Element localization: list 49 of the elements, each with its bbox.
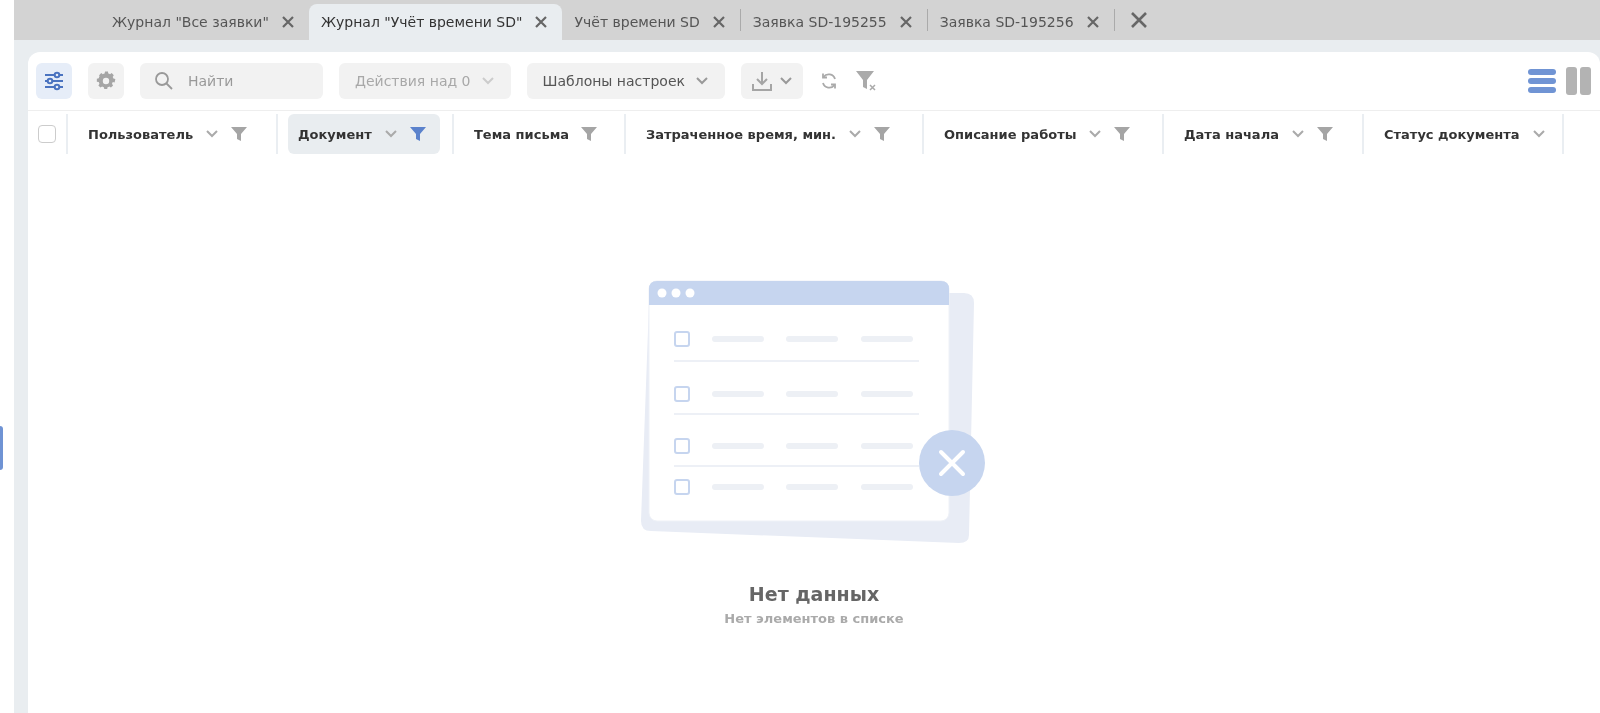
tab[interactable]: Заявка SD-195255 xyxy=(740,4,927,40)
column-header[interactable]: Дата начала xyxy=(1184,114,1345,154)
chevron-down-icon xyxy=(694,76,709,86)
clear-filter-icon[interactable] xyxy=(854,70,879,92)
close-icon[interactable] xyxy=(898,15,913,29)
close-icon[interactable] xyxy=(1085,15,1100,29)
chevron-down-icon xyxy=(778,76,793,86)
filter-icon[interactable] xyxy=(1114,127,1131,141)
empty-subtitle: Нет элементов в списке xyxy=(724,611,904,626)
empty-title: Нет данных xyxy=(748,583,880,605)
filter-icon[interactable] xyxy=(581,127,598,141)
search-icon xyxy=(154,71,174,91)
gear-icon xyxy=(95,70,117,92)
close-icon[interactable] xyxy=(711,15,726,29)
sliders-icon xyxy=(43,70,65,92)
chevron-down-icon[interactable] xyxy=(383,129,398,139)
filter-icon[interactable] xyxy=(874,127,891,141)
settings-button[interactable] xyxy=(88,63,124,99)
chevron-down-icon[interactable] xyxy=(1088,129,1103,139)
download-icon xyxy=(750,70,773,92)
column-header[interactable]: Статус документа xyxy=(1384,114,1558,154)
column-header[interactable]: Затраченное время, мин. xyxy=(646,114,903,154)
download-button[interactable] xyxy=(740,63,803,99)
list-view-icon[interactable] xyxy=(1528,67,1556,95)
column-header[interactable]: Описание работы xyxy=(944,114,1143,154)
close-all-icon[interactable] xyxy=(1128,10,1149,30)
close-icon[interactable] xyxy=(280,15,295,29)
chevron-down-icon[interactable] xyxy=(1531,129,1546,139)
column-header[interactable]: Документ xyxy=(288,114,440,154)
filter-icon[interactable] xyxy=(231,127,248,141)
chevron-down-icon[interactable] xyxy=(205,129,220,139)
close-icon[interactable] xyxy=(534,15,549,29)
side-handle[interactable] xyxy=(0,426,3,470)
templates-dropdown[interactable]: Шаблоны настроек xyxy=(526,63,725,99)
filter-icon[interactable] xyxy=(409,127,426,141)
column-header[interactable]: Пользователь xyxy=(88,114,260,154)
tab[interactable]: Учёт времени SD xyxy=(562,4,740,40)
chevron-down-icon[interactable] xyxy=(848,129,863,139)
filter-settings-button[interactable] xyxy=(36,63,72,99)
columns-view-icon[interactable] xyxy=(1566,67,1592,95)
select-all-checkbox[interactable] xyxy=(38,125,56,143)
filter-icon[interactable] xyxy=(1316,127,1333,141)
chevron-down-icon xyxy=(480,76,495,86)
chevron-down-icon[interactable] xyxy=(1290,129,1305,139)
tab[interactable]: Заявка SD-195256 xyxy=(927,4,1114,40)
tab[interactable]: Журнал "Все заявки" xyxy=(100,4,309,40)
search-field[interactable]: Найти xyxy=(140,63,323,99)
column-header[interactable]: Тема письма xyxy=(474,114,610,154)
tab[interactable]: Журнал "Учёт времени SD" xyxy=(308,4,563,40)
